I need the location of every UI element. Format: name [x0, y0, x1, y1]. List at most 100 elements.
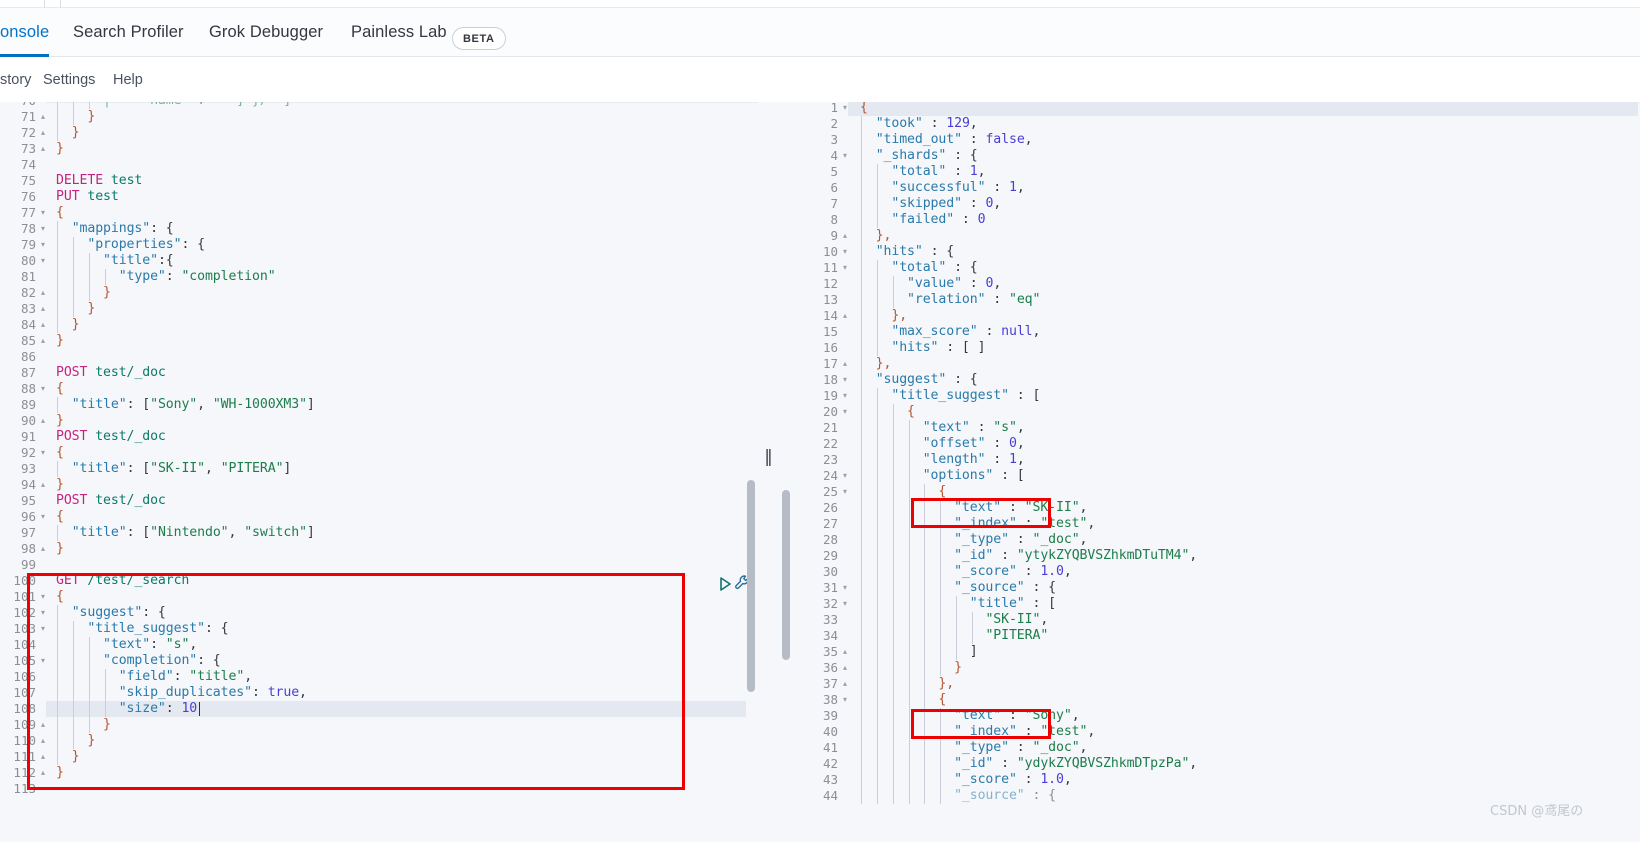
fold-toggle-icon[interactable]: ▾ [41, 253, 45, 269]
indent-guide [72, 285, 74, 301]
code-line: "value" : 0, [860, 276, 1001, 292]
response-editor-pane[interactable]: 1 ▾ 2 3 4 ▾ 5 6 7 8 9 ▴ 10 ▾ 11 ▾ 12 13 14 ▴ 15 16 17 ▴ 18 ▾ 19 ▾ 20… [780, 102, 1640, 848]
code-token: "timed_out" [875, 132, 962, 147]
code-token: "_shards" [875, 148, 947, 163]
fold-toggle-icon[interactable]: ▴ [41, 749, 45, 765]
fold-toggle-icon[interactable]: ▾ [41, 589, 45, 605]
line-number: 94 [20, 477, 36, 492]
fold-toggle-icon[interactable]: ▾ [843, 468, 847, 484]
indent-guide [104, 685, 106, 701]
fold-toggle-icon[interactable]: ▴ [41, 733, 45, 749]
line-number: 42 [822, 756, 838, 771]
line-number: 1 [830, 102, 838, 115]
fold-toggle-icon[interactable]: ▾ [843, 372, 847, 388]
indent-guide [861, 708, 862, 724]
code-token: "ytykZYQBVSZhkmDTuTM4" [1016, 548, 1190, 563]
tab-painless-lab[interactable]: Painless Lab [351, 8, 447, 57]
code-token: true [267, 685, 300, 700]
indent-guide [908, 420, 910, 436]
indent-guide [908, 452, 910, 468]
code-token: test [110, 173, 143, 188]
line-number: 14 [822, 308, 838, 323]
fold-toggle-icon[interactable]: ▾ [843, 260, 847, 276]
fold-toggle-icon[interactable]: ▾ [41, 445, 45, 461]
fold-toggle-icon[interactable]: ▾ [843, 596, 847, 612]
fold-toggle-icon[interactable]: ▴ [41, 413, 45, 429]
play-triangle-icon[interactable] [716, 575, 734, 593]
code-token: "size" [118, 701, 166, 716]
tab-console[interactable]: onsole [0, 8, 50, 57]
code-token: "_id" [954, 548, 994, 563]
code-line: } [56, 765, 64, 781]
fold-toggle-icon[interactable]: ▾ [41, 381, 45, 397]
fold-toggle-icon[interactable]: ▾ [41, 605, 45, 621]
fold-toggle-icon[interactable]: ▴ [41, 717, 45, 733]
subnav-help[interactable]: Help [113, 57, 143, 102]
fold-toggle-icon[interactable]: ▴ [41, 141, 45, 157]
line-number: 87 [20, 365, 36, 380]
fold-toggle-icon[interactable]: ▾ [843, 692, 847, 708]
tab-grok-debugger[interactable]: Grok Debugger [209, 8, 323, 57]
fold-toggle-icon[interactable]: ▴ [843, 228, 847, 244]
indent-guide [876, 292, 878, 308]
pane-resize-handle[interactable]: ‖ [762, 446, 774, 468]
subnav-history[interactable]: story [0, 57, 31, 102]
fold-toggle-icon[interactable]: ▾ [41, 205, 45, 221]
fold-toggle-icon[interactable]: ▴ [843, 644, 847, 660]
request-code[interactable]: | name" : ] }/* ] } }}DELETE testPUT tes… [46, 102, 758, 848]
fold-toggle-icon[interactable]: ▾ [843, 388, 847, 404]
fold-toggle-icon[interactable]: ▴ [843, 676, 847, 692]
fold-toggle-icon[interactable]: ▴ [41, 477, 45, 493]
fold-toggle-icon[interactable]: ▴ [843, 660, 847, 676]
line-number: 25 [822, 484, 838, 499]
fold-toggle-icon[interactable]: ▾ [843, 148, 847, 164]
code-token: : [252, 685, 268, 700]
line-number: 72 [20, 125, 36, 140]
request-editor-pane[interactable]: 7071 ▴ 72 ▴ 73 ▴ 74757677 ▾ 78 ▾ 79 ▾ 80 ▾ 8182 ▴ 83 ▴ 84 ▴… [0, 102, 758, 848]
fold-toggle-icon[interactable]: ▾ [41, 621, 45, 637]
indent-guide [892, 756, 894, 772]
response-vertical-scrollbar[interactable] [781, 102, 792, 848]
indent-guide [57, 685, 58, 701]
indent-guide [892, 596, 894, 612]
fold-toggle-icon[interactable]: ▾ [843, 102, 847, 116]
fold-toggle-icon[interactable]: ▴ [41, 333, 45, 349]
subnav-settings[interactable]: Settings [43, 57, 95, 102]
fold-toggle-icon[interactable]: ▴ [843, 356, 847, 372]
code-token: { [56, 445, 64, 460]
indent-guide [876, 692, 878, 708]
fold-toggle-icon[interactable]: ▾ [41, 221, 45, 237]
fold-toggle-icon[interactable]: ▾ [843, 404, 847, 420]
fold-toggle-icon[interactable]: ▴ [41, 541, 45, 557]
line-number: 111 [13, 749, 36, 764]
line-number: 33 [822, 612, 838, 627]
code-line: { [56, 445, 64, 461]
fold-toggle-icon[interactable]: ▴ [41, 765, 45, 781]
request-scrollbar-thumb[interactable] [747, 480, 755, 692]
fold-toggle-icon[interactable]: ▾ [41, 237, 45, 253]
indent-guide [908, 580, 910, 596]
fold-toggle-icon[interactable]: ▴ [41, 285, 45, 301]
fold-toggle-icon[interactable]: ▾ [843, 484, 847, 500]
fold-toggle-icon[interactable]: ▴ [41, 109, 45, 125]
line-number: 31 [822, 580, 838, 595]
fold-toggle-icon[interactable]: ▾ [41, 653, 45, 669]
code-token: : [1016, 724, 1041, 739]
response-scrollbar-thumb[interactable] [782, 490, 790, 660]
fold-toggle-icon[interactable]: ▴ [843, 308, 847, 324]
line-number: 18 [822, 372, 838, 387]
tab-search-profiler[interactable]: Search Profiler [73, 8, 184, 57]
indent-guide [876, 628, 878, 644]
fold-toggle-icon[interactable]: ▾ [41, 509, 45, 525]
code-line: "timed_out" : false, [860, 132, 1033, 148]
fold-toggle-icon[interactable]: ▾ [843, 244, 847, 260]
line-number: 2 [830, 116, 838, 131]
fold-toggle-icon[interactable]: ▴ [41, 301, 45, 317]
indent-guide [57, 669, 58, 685]
request-vertical-scrollbar[interactable] [746, 102, 757, 848]
fold-toggle-icon[interactable]: ▴ [41, 125, 45, 141]
fold-toggle-icon[interactable]: ▴ [41, 317, 45, 333]
fold-toggle-icon[interactable]: ▾ [843, 580, 847, 596]
